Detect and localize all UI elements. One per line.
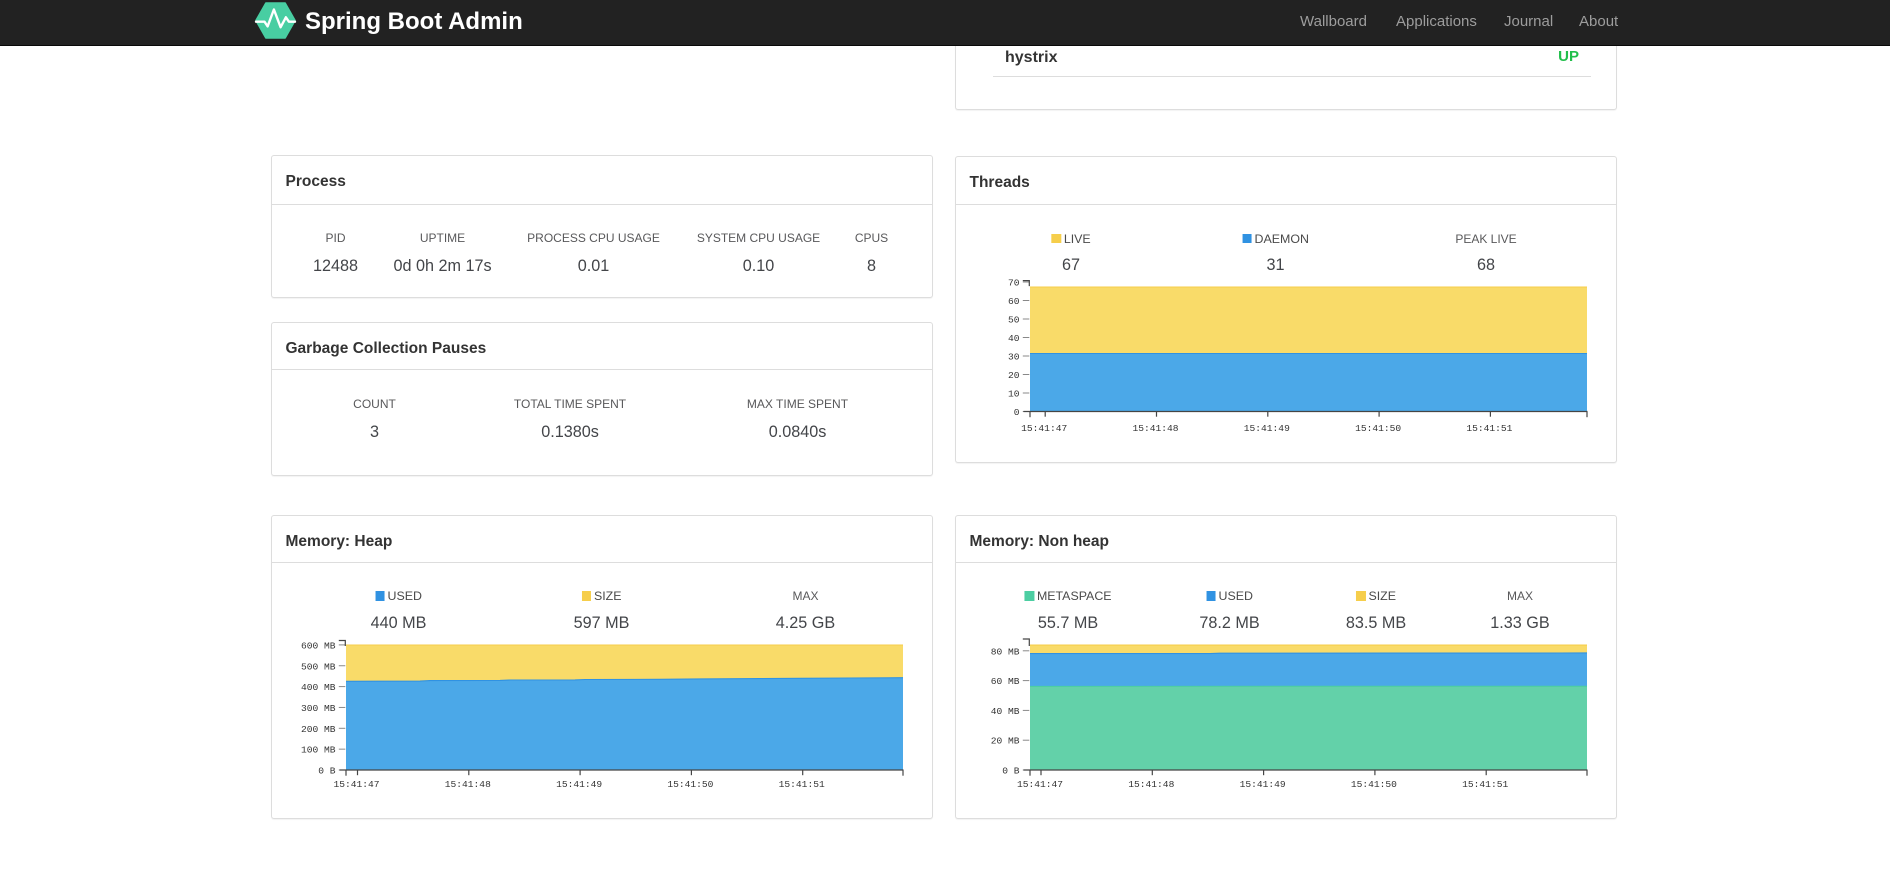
svg-text:15:41:48: 15:41:48 xyxy=(445,779,491,790)
svg-text:200 MB: 200 MB xyxy=(301,724,336,735)
svg-text:20 MB: 20 MB xyxy=(991,736,1020,747)
svg-text:15:41:51: 15:41:51 xyxy=(1466,423,1512,434)
svg-text:80 MB: 80 MB xyxy=(991,646,1020,657)
svg-text:15:41:48: 15:41:48 xyxy=(1128,779,1174,790)
svg-text:70: 70 xyxy=(1008,278,1020,289)
svg-text:300 MB: 300 MB xyxy=(301,703,336,714)
svg-text:0 B: 0 B xyxy=(318,766,336,777)
svg-text:15:41:50: 15:41:50 xyxy=(1355,423,1401,434)
svg-text:60: 60 xyxy=(1008,296,1020,307)
svg-text:50: 50 xyxy=(1008,315,1020,326)
svg-text:600 MB: 600 MB xyxy=(301,640,336,651)
svg-text:15:41:49: 15:41:49 xyxy=(556,779,602,790)
svg-text:500 MB: 500 MB xyxy=(301,661,336,672)
svg-text:15:41:49: 15:41:49 xyxy=(1244,423,1290,434)
svg-text:15:41:47: 15:41:47 xyxy=(1017,779,1063,790)
svg-text:40: 40 xyxy=(1008,333,1020,344)
svg-text:15:41:47: 15:41:47 xyxy=(333,779,379,790)
svg-text:15:41:47: 15:41:47 xyxy=(1021,423,1067,434)
svg-text:10: 10 xyxy=(1008,389,1020,400)
svg-text:15:41:51: 15:41:51 xyxy=(779,779,825,790)
svg-text:15:41:49: 15:41:49 xyxy=(1240,779,1286,790)
svg-text:100 MB: 100 MB xyxy=(301,745,336,756)
svg-text:15:41:50: 15:41:50 xyxy=(1351,779,1397,790)
svg-text:0: 0 xyxy=(1014,407,1020,418)
svg-text:30: 30 xyxy=(1008,352,1020,363)
svg-text:15:41:48: 15:41:48 xyxy=(1132,423,1178,434)
svg-text:20: 20 xyxy=(1008,370,1020,381)
svg-text:15:41:51: 15:41:51 xyxy=(1462,779,1508,790)
svg-text:15:41:50: 15:41:50 xyxy=(667,779,713,790)
svg-text:40 MB: 40 MB xyxy=(991,706,1020,717)
svg-text:0 B: 0 B xyxy=(1002,766,1020,777)
svg-text:60 MB: 60 MB xyxy=(991,676,1020,687)
svg-text:400 MB: 400 MB xyxy=(301,682,336,693)
